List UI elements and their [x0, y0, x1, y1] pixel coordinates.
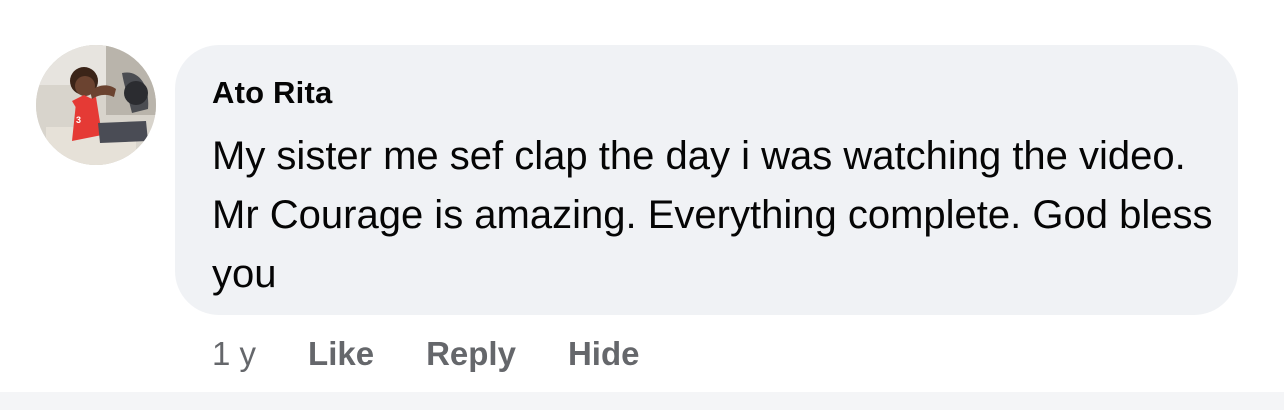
- profile-photo-icon: 3: [36, 45, 156, 165]
- comment-bubble: Ato Rita My sister me sef clap the day i…: [175, 45, 1238, 315]
- svg-text:3: 3: [76, 115, 81, 125]
- hide-button[interactable]: Hide: [568, 335, 640, 373]
- comment-text: My sister me sef clap the day i was watc…: [212, 134, 1213, 296]
- comment-timestamp[interactable]: 1 y: [212, 335, 256, 373]
- comment-actions: 1 y Like Reply Hide: [212, 332, 691, 376]
- like-button[interactable]: Like: [308, 335, 374, 373]
- bottom-divider: [0, 392, 1284, 410]
- author-avatar[interactable]: 3: [36, 45, 156, 165]
- reply-button[interactable]: Reply: [426, 335, 516, 373]
- comment-author-name[interactable]: Ato Rita: [212, 75, 332, 111]
